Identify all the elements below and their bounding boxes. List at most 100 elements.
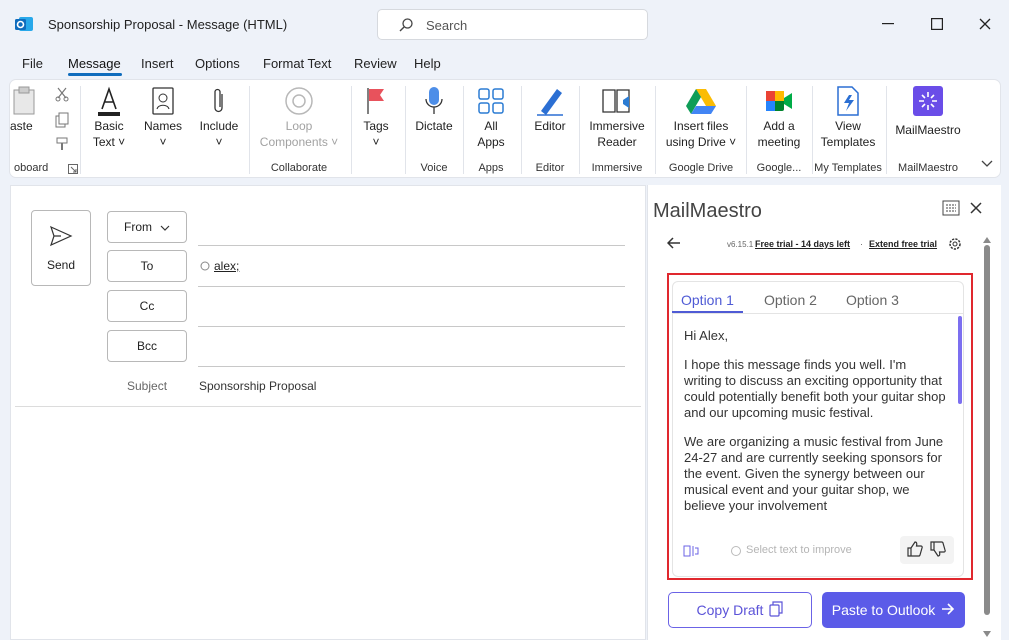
my-templates-group-label: My Templates bbox=[814, 162, 882, 174]
include-label: Include bbox=[199, 119, 239, 133]
paste-label: aste bbox=[10, 119, 33, 133]
search-input[interactable]: Search bbox=[377, 9, 648, 40]
tags-button[interactable]: Tags ˅ bbox=[356, 82, 396, 150]
paste-button[interactable]: aste bbox=[10, 82, 46, 134]
copy-icon bbox=[769, 600, 784, 620]
to-recipient[interactable]: alex; bbox=[214, 259, 239, 273]
maximize-icon[interactable] bbox=[925, 12, 949, 36]
menu-message[interactable]: Message bbox=[68, 56, 121, 71]
dictate-button[interactable]: Dictate bbox=[410, 82, 458, 134]
dialog-launcher-icon[interactable] bbox=[68, 163, 78, 177]
pin-pane-icon[interactable] bbox=[942, 200, 960, 219]
google-drive-icon bbox=[660, 84, 742, 118]
mailmaestro-group-label: MailMaestro bbox=[898, 162, 958, 174]
compose-area bbox=[10, 185, 646, 640]
ribbon-separator bbox=[886, 86, 887, 174]
meeting-label-2: meeting bbox=[757, 135, 801, 149]
menu-format-text[interactable]: Format Text bbox=[263, 56, 331, 71]
loop-components-button[interactable]: Loop Components ˅ bbox=[254, 82, 344, 150]
view-templates-button[interactable]: View Templates bbox=[816, 82, 880, 150]
close-window-icon[interactable] bbox=[973, 12, 997, 36]
copy-icon[interactable] bbox=[54, 112, 70, 131]
bcc-button[interactable]: Bcc bbox=[107, 330, 187, 362]
ribbon-collapse-icon[interactable] bbox=[980, 158, 994, 172]
bcc-label: Bcc bbox=[136, 339, 157, 353]
mailmaestro-button[interactable]: MailMaestro bbox=[890, 82, 966, 138]
tags-label: Tags bbox=[363, 119, 389, 133]
add-meeting-button[interactable]: Add a meeting bbox=[751, 82, 807, 150]
editor-group-label: Editor bbox=[535, 162, 565, 174]
chevron-down-icon: ˅ bbox=[372, 135, 380, 149]
voice-group-label: Voice bbox=[420, 162, 448, 174]
back-arrow-icon[interactable] bbox=[666, 237, 681, 252]
editor-button[interactable]: Editor bbox=[526, 82, 574, 134]
menu-options[interactable]: Options bbox=[195, 56, 240, 71]
to-label: To bbox=[140, 259, 154, 273]
outlook-icon bbox=[14, 14, 34, 34]
settings-gear-icon[interactable] bbox=[948, 237, 962, 254]
loop-label-2: Components ˅ bbox=[259, 135, 339, 149]
format-painter-icon[interactable] bbox=[54, 136, 70, 155]
chevron-down-icon bbox=[160, 220, 170, 234]
immersive-group-label: Immersive bbox=[591, 162, 643, 174]
trial-separator: · bbox=[860, 239, 863, 249]
basic-text-label-2: Text ˅ bbox=[92, 135, 126, 149]
scroll-down-icon[interactable] bbox=[983, 626, 991, 640]
minimize-icon[interactable] bbox=[876, 12, 900, 36]
google-group-label: Google... bbox=[756, 162, 802, 174]
highlight-box bbox=[667, 273, 973, 580]
menu-file[interactable]: File bbox=[22, 56, 43, 71]
copy-draft-button[interactable]: Copy Draft bbox=[668, 592, 812, 628]
search-placeholder: Search bbox=[426, 18, 468, 33]
ribbon: aste oboard Basic Text ˅ Names ˅ Include… bbox=[9, 79, 1001, 178]
close-pane-icon[interactable] bbox=[970, 202, 982, 217]
mailmaestro-logo-icon bbox=[890, 84, 966, 118]
menu-insert[interactable]: Insert bbox=[141, 56, 174, 71]
chevron-down-icon: ˅ bbox=[215, 135, 223, 149]
insert-files-drive-button[interactable]: Insert files using Drive ˅ bbox=[660, 82, 742, 150]
basic-text-button[interactable]: Basic Text ˅ bbox=[86, 82, 132, 150]
loop-label: Loop bbox=[285, 119, 313, 133]
clipboard-group-label: oboard bbox=[14, 162, 49, 174]
cc-label: Cc bbox=[139, 299, 155, 313]
names-label: Names bbox=[143, 119, 182, 133]
apps-grid-icon bbox=[468, 84, 514, 118]
paste-to-outlook-label: Paste to Outlook bbox=[831, 602, 936, 618]
extend-trial-link[interactable]: Extend free trial bbox=[869, 239, 937, 249]
free-trial-link[interactable]: Free trial - 14 days left bbox=[755, 239, 850, 249]
all-apps-label: All bbox=[484, 119, 498, 133]
paste-to-outlook-button[interactable]: Paste to Outlook bbox=[822, 592, 965, 628]
menu-help[interactable]: Help bbox=[414, 56, 441, 71]
cc-button[interactable]: Cc bbox=[107, 290, 187, 322]
basic-text-label: Basic bbox=[94, 119, 124, 133]
send-icon bbox=[32, 225, 90, 250]
arrow-right-icon bbox=[941, 602, 955, 618]
apps-group-label: Apps bbox=[478, 162, 504, 174]
ribbon-separator bbox=[521, 86, 522, 174]
bcc-field-line bbox=[198, 366, 625, 367]
immersive-reader-button[interactable]: Immersive Reader bbox=[584, 82, 650, 150]
to-button[interactable]: To bbox=[107, 250, 187, 282]
collaborate-group-label: Collaborate bbox=[270, 162, 328, 174]
names-button[interactable]: Names ˅ bbox=[141, 82, 185, 150]
immersive-label: Immersive bbox=[589, 119, 645, 133]
ribbon-separator bbox=[655, 86, 656, 174]
all-apps-button[interactable]: All Apps bbox=[468, 82, 514, 150]
to-field-line bbox=[198, 286, 625, 287]
include-button[interactable]: Include ˅ bbox=[197, 82, 241, 150]
microphone-icon bbox=[410, 84, 458, 118]
scroll-up-icon[interactable] bbox=[983, 232, 991, 246]
cut-icon[interactable] bbox=[54, 86, 70, 105]
subject-divider bbox=[15, 406, 641, 407]
ribbon-separator bbox=[351, 86, 352, 174]
panel-scrollbar[interactable] bbox=[984, 245, 990, 615]
search-icon bbox=[398, 17, 414, 33]
loop-icon bbox=[254, 84, 344, 118]
from-field-line bbox=[198, 245, 625, 246]
subject-input[interactable]: Sponsorship Proposal bbox=[199, 379, 316, 393]
menu-review[interactable]: Review bbox=[354, 56, 397, 71]
send-button[interactable]: Send bbox=[31, 210, 91, 286]
templates-icon bbox=[816, 84, 880, 118]
google-drive-group-label: Google Drive bbox=[668, 162, 734, 174]
from-button[interactable]: From bbox=[107, 211, 187, 243]
